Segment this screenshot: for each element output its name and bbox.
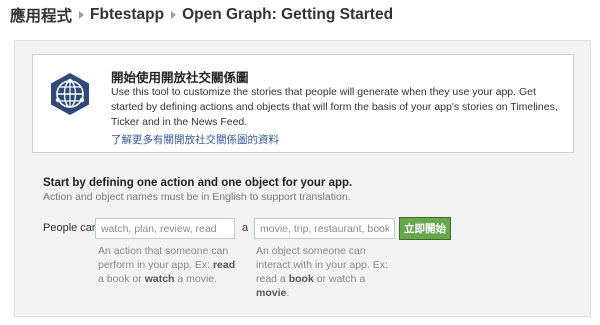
object-hint: An object someone can interact with in y… [256, 245, 388, 299]
breadcrumb: 應用程式 Fbtestapp Open Graph: Getting Start… [10, 0, 393, 30]
breadcrumb-arrow-icon [171, 11, 177, 19]
open-graph-info-box: 開始使用開放社交關係圖 Use this tool to customize t… [32, 54, 574, 153]
breadcrumb-app-name[interactable]: Fbtestapp [90, 6, 164, 24]
start-heading: Start by defining one action and one obj… [43, 177, 353, 189]
breadcrumb-apps[interactable]: 應用程式 [10, 4, 72, 26]
breadcrumb-arrow-icon [79, 11, 85, 19]
info-title: 開始使用開放社交關係圖 [111, 71, 249, 85]
action-hint: An action that someone can perform in yo… [98, 245, 236, 285]
article-a-label: a [242, 222, 249, 234]
get-started-button[interactable]: 立即開始 [399, 217, 451, 240]
info-description: Use this tool to customize the stories t… [111, 86, 558, 128]
learn-more-link[interactable]: 了解更多有關開放社交關係圖的資料 [111, 132, 279, 147]
action-input[interactable] [95, 218, 235, 239]
open-graph-globe-icon [51, 73, 89, 115]
people-can-label: People can [43, 222, 99, 234]
breadcrumb-page-title: Open Graph: Getting Started [182, 6, 394, 23]
getting-started-panel: 開始使用開放社交關係圖 Use this tool to customize t… [14, 40, 591, 317]
object-input[interactable] [254, 218, 395, 239]
start-subheading: Action and object names must be in Engli… [43, 191, 351, 203]
